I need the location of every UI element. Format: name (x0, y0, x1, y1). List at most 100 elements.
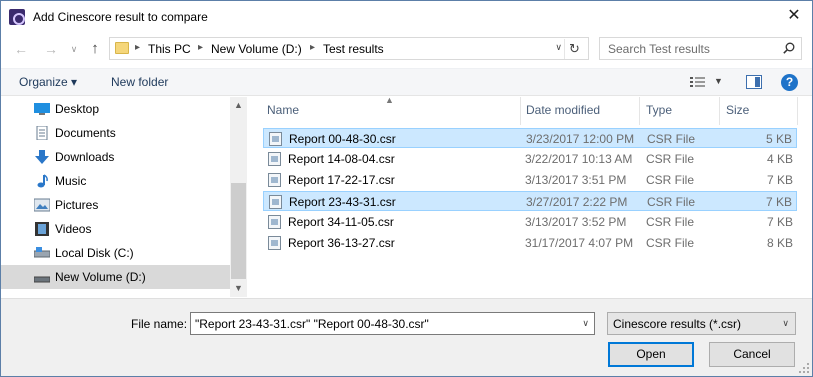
file-name: Report 17-22-17.csr (288, 173, 395, 187)
sort-ascending-icon: ▲ (385, 95, 394, 105)
breadcrumb-this-pc[interactable]: This PC (148, 42, 191, 56)
file-size: 5 KB (765, 132, 792, 146)
nav-item-label: Music (55, 174, 87, 188)
column-header-size[interactable]: Size (726, 103, 749, 117)
window-title: Add Cinescore result to compare (33, 10, 208, 24)
nav-item-label: Videos (55, 222, 92, 236)
file-type: CSR File (646, 152, 695, 166)
navigation-scrollbar[interactable]: ▲ ▼ (230, 97, 247, 297)
scroll-down-arrow-icon[interactable]: ▼ (230, 280, 247, 297)
search-icon (783, 42, 795, 54)
file-type: CSR File (647, 132, 696, 146)
nav-item-label: Downloads (55, 150, 115, 164)
resize-grip-icon[interactable] (799, 363, 809, 373)
column-divider[interactable] (520, 97, 521, 125)
view-options-icon[interactable] (690, 76, 706, 89)
organize-menu-button[interactable]: Organize ▾ (19, 75, 77, 89)
file-row[interactable]: Report 17-22-17.csr 3/13/2017 3:51 PM CS… (263, 170, 797, 190)
nav-item-label: Local Disk (C:) (55, 246, 134, 260)
file-open-dialog: Add Cinescore result to compare ✕ ← → ∨ … (0, 0, 813, 377)
close-button[interactable]: ✕ (782, 5, 806, 27)
file-type: CSR File (646, 173, 695, 187)
file-row[interactable]: Report 34-11-05.csr 3/13/2017 3:52 PM CS… (263, 212, 797, 232)
filetype-value: Cinescore results (*.csr) (613, 317, 742, 331)
file-row[interactable]: Report 36-13-27.csr 31/17/2017 4:07 PM C… (263, 233, 797, 253)
music-icon (37, 174, 48, 188)
file-row[interactable]: Report 00-48-30.csr 3/23/2017 12:00 PM C… (263, 128, 797, 148)
file-type: CSR File (647, 195, 696, 209)
column-header-type[interactable]: Type (646, 103, 672, 117)
column-header-name[interactable]: Name (267, 103, 299, 117)
column-divider[interactable] (797, 97, 798, 125)
nav-item-desktop[interactable]: Desktop (1, 97, 230, 121)
file-date: 3/27/2017 2:22 PM (526, 195, 628, 209)
file-size: 7 KB (766, 215, 793, 229)
documents-icon (36, 126, 48, 140)
pictures-icon (34, 198, 50, 212)
address-dropdown-chevron-icon[interactable]: ∨ (555, 42, 562, 53)
drive-icon (34, 247, 50, 258)
nav-item-downloads[interactable]: Downloads (1, 145, 230, 169)
scroll-up-arrow-icon[interactable]: ▲ (230, 97, 247, 114)
file-date: 3/22/2017 10:13 AM (525, 152, 633, 166)
search-placeholder: Search Test results (608, 42, 710, 56)
nav-item-label: Pictures (55, 198, 99, 212)
preview-pane-icon[interactable] (746, 75, 762, 89)
filename-value: "Report 23-43-31.csr" "Report 00-48-30.c… (195, 317, 429, 331)
scrollbar-thumb[interactable] (231, 183, 246, 279)
csr-file-icon (268, 173, 281, 187)
csr-file-icon (268, 215, 281, 229)
navigation-pane: Desktop Documents Downloads Music Pictur… (1, 97, 248, 297)
up-arrow-icon[interactable]: ↑ (85, 39, 105, 59)
nav-item-pictures[interactable]: Pictures (1, 193, 230, 217)
nav-item-documents[interactable]: Documents (1, 121, 230, 145)
new-folder-button[interactable]: New folder (111, 75, 168, 89)
downloads-icon (35, 150, 49, 164)
back-arrow-icon[interactable]: ← (11, 39, 31, 59)
filename-label: File name: (131, 317, 188, 331)
view-dropdown-chevron-icon[interactable]: ▼ (714, 76, 723, 86)
folder-icon (115, 42, 129, 54)
forward-arrow-icon[interactable]: → (41, 39, 61, 59)
file-name: Report 36-13-27.csr (288, 236, 395, 250)
recent-locations-chevron-icon[interactable]: ∨ (64, 39, 84, 59)
chevron-down-icon: ∨ (782, 318, 789, 328)
breadcrumb-separator-icon[interactable]: ▸ (310, 42, 315, 53)
csr-file-icon (268, 236, 281, 250)
column-header-date[interactable]: Date modified (526, 103, 600, 117)
open-button[interactable]: Open (608, 342, 694, 367)
file-row[interactable]: Report 23-43-31.csr 3/27/2017 2:22 PM CS… (263, 191, 797, 211)
file-name: Report 14-08-04.csr (288, 152, 395, 166)
breadcrumb-separator-icon[interactable]: ▸ (198, 42, 203, 53)
file-name: Report 00-48-30.csr (289, 132, 396, 146)
column-divider[interactable] (639, 97, 640, 125)
file-size: 7 KB (765, 195, 792, 209)
nav-item-new-volume[interactable]: New Volume (D:) (1, 265, 230, 289)
file-row[interactable]: Report 14-08-04.csr 3/22/2017 10:13 AM C… (263, 149, 797, 169)
nav-item-music[interactable]: Music (1, 169, 230, 193)
drive-icon (34, 276, 50, 283)
nav-item-videos[interactable]: Videos (1, 217, 230, 241)
nav-item-label: New Volume (D:) (55, 270, 146, 284)
breadcrumb-separator-icon[interactable]: ▸ (135, 42, 140, 53)
file-date: 3/23/2017 12:00 PM (526, 132, 635, 146)
nav-item-label: Documents (55, 126, 116, 140)
breadcrumb-new-volume[interactable]: New Volume (D:) (211, 42, 302, 56)
address-bar[interactable]: ▸ This PC ▸ New Volume (D:) ▸ Test resul… (109, 37, 589, 60)
column-divider[interactable] (719, 97, 720, 125)
dialog-footer: File name: "Report 23-43-31.csr" "Report… (1, 298, 812, 376)
csr-file-icon (268, 152, 281, 166)
cancel-button[interactable]: Cancel (709, 342, 795, 367)
filename-input[interactable]: "Report 23-43-31.csr" "Report 00-48-30.c… (190, 312, 595, 335)
file-type: CSR File (646, 236, 695, 250)
refresh-icon[interactable]: ↻ (564, 39, 584, 59)
filetype-select[interactable]: Cinescore results (*.csr) ∨ (607, 312, 796, 335)
nav-item-local-disk[interactable]: Local Disk (C:) (1, 241, 230, 265)
filename-history-chevron-icon[interactable]: ∨ (582, 318, 589, 329)
file-size: 4 KB (766, 152, 793, 166)
file-list: Name ▲ Date modified Type Size Report 00… (249, 95, 812, 297)
breadcrumb-test-results[interactable]: Test results (323, 42, 384, 56)
help-icon[interactable]: ? (781, 74, 798, 91)
search-input[interactable]: Search Test results (599, 37, 802, 60)
videos-icon (35, 222, 49, 236)
